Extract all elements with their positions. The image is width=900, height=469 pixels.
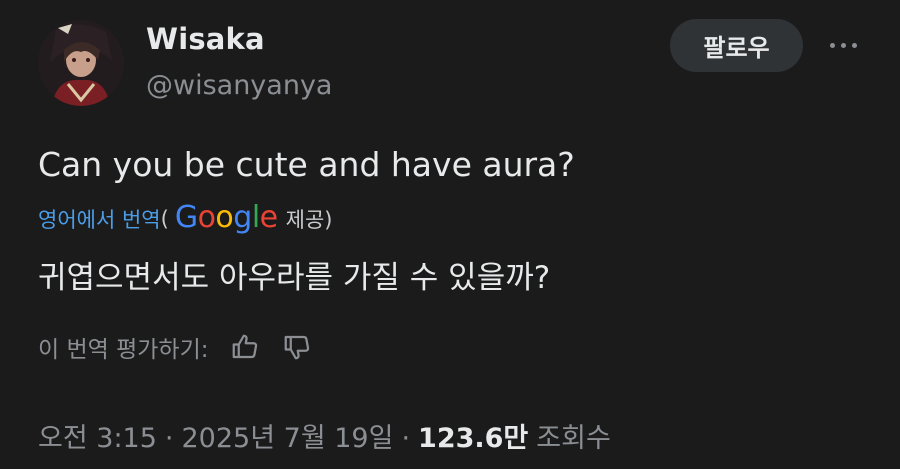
more-options-icon[interactable]: [822, 30, 864, 60]
author-name[interactable]: Wisaka: [146, 22, 265, 56]
meta-separator: ·: [164, 423, 174, 454]
views-count: 123.6만: [418, 423, 529, 454]
google-logo: Google: [174, 200, 278, 235]
more-dot: [851, 42, 857, 48]
tweet-text: Can you be cute and have aura?: [38, 145, 575, 184]
follow-button[interactable]: 팔로우: [670, 19, 803, 72]
thumbs-up-icon[interactable]: [229, 331, 261, 363]
rate-label: 이 번역 평가하기:: [38, 337, 209, 363]
tweet-time[interactable]: 오전 3:15: [38, 416, 157, 455]
paren-open: (: [160, 206, 169, 231]
translated-text: 귀엽으면서도 아우라를 가질 수 있을까?: [38, 260, 551, 296]
tweet-date[interactable]: 2025년 7월 19일: [182, 416, 394, 455]
translate-link[interactable]: 영어에서 번역: [38, 204, 161, 234]
provided-suffix: 제공): [285, 207, 333, 232]
avatar-image: [38, 20, 124, 106]
author-handle[interactable]: @wisanyanya: [146, 70, 332, 101]
tweet-meta: 오전 3:15 · 2025년 7월 19일 · 123.6만 조회수: [38, 416, 611, 455]
translation-attribution: 영어에서 번역 ( Google 제공): [38, 200, 333, 236]
views-label: 조회수: [536, 423, 611, 454]
rate-translation: 이 번역 평가하기:: [38, 330, 313, 364]
meta-separator: ·: [401, 423, 411, 454]
avatar[interactable]: [38, 20, 124, 106]
thumbs-down-icon[interactable]: [281, 331, 313, 363]
more-dot: [840, 42, 846, 48]
more-dot: [829, 42, 835, 48]
